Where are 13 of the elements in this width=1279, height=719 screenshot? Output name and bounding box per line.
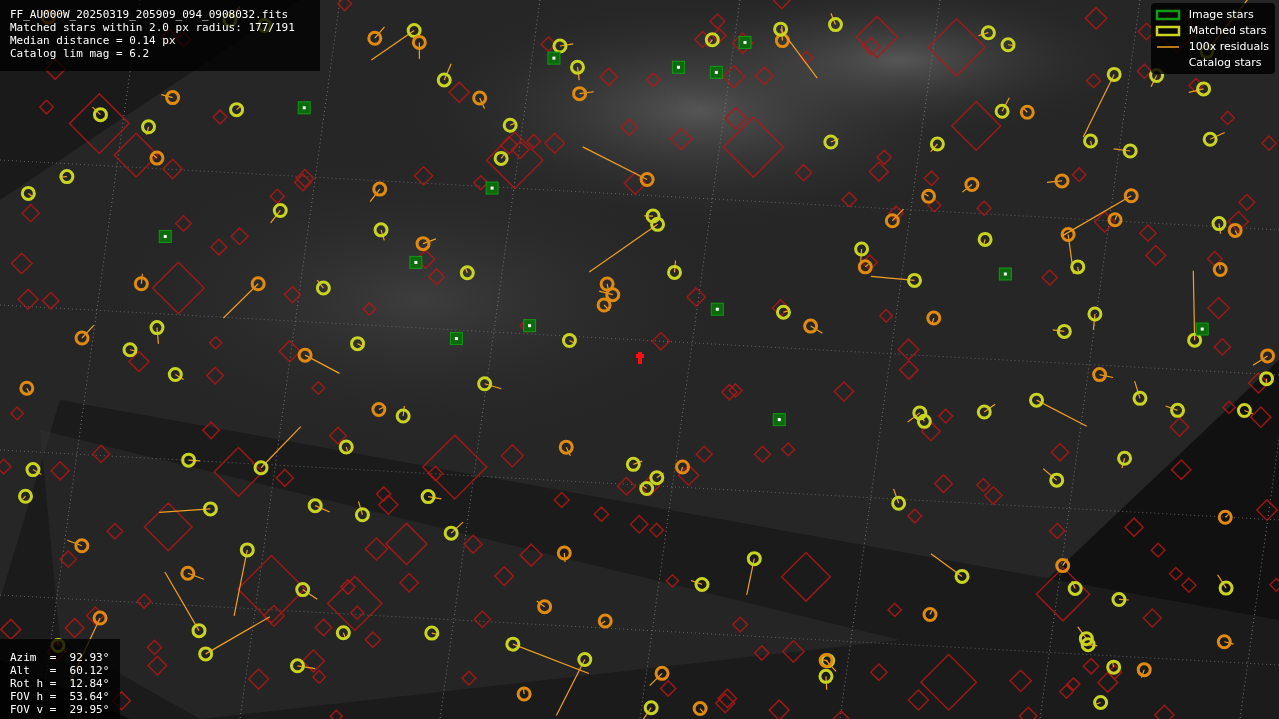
legend-label: Image stars — [1188, 8, 1254, 21]
info-text: Matched stars within 2.0 px radius: 177/191 — [10, 21, 296, 34]
pointing-text: FOV h = 53.64° — [10, 690, 110, 703]
pointing-text: Alt = 60.12° — [10, 664, 110, 677]
info-text: Median distance = 0.14 px — [10, 34, 177, 47]
info-text: Catalog lim mag = 6.2 — [10, 47, 151, 60]
pointing-text: Azim = 92.93° — [10, 651, 110, 664]
pointing-text: FOV v = 29.95° — [10, 703, 110, 716]
info-text: FF_AU000W_20250319_205909_094_0908032.fits — [10, 8, 290, 21]
legend-label: Matched stars — [1188, 24, 1267, 37]
legend-label: 100x residuals — [1188, 40, 1269, 53]
pointing-text: Rot h = 12.84° — [10, 677, 110, 690]
legend-label: Catalog stars — [1188, 56, 1262, 69]
